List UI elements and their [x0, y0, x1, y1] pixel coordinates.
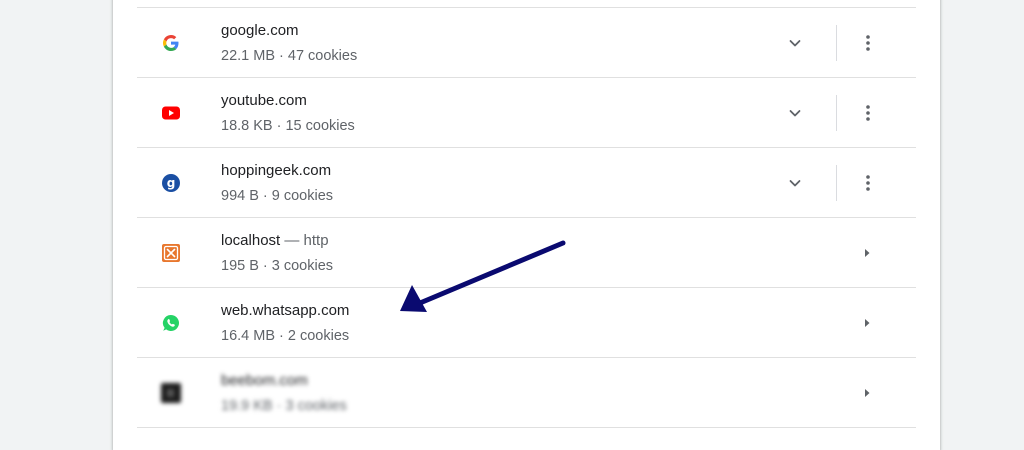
site-storage-info: 18.8 KB · 15 cookies [221, 118, 355, 134]
google-icon [161, 33, 181, 53]
site-row-hoppingeek[interactable]: g hoppingeek.com 994 B · 9 cookies [137, 147, 916, 217]
list-bottom-divider [137, 427, 916, 428]
arrow-right-icon [865, 389, 870, 397]
svg-text:g: g [167, 176, 176, 190]
site-storage-info: 19.9 KB · 3 cookies [221, 398, 347, 414]
site-storage-info: 22.1 MB · 47 cookies [221, 48, 358, 64]
chevron-down-icon [789, 180, 801, 187]
more-actions-button[interactable] [855, 30, 881, 56]
site-data-card: google.com 22.1 MB · 47 cookies youtube.… [113, 0, 940, 450]
open-details-button[interactable] [857, 383, 877, 403]
site-name: youtube.com [221, 92, 307, 109]
site-name: web.whatsapp.com [221, 302, 350, 319]
expand-button[interactable] [782, 100, 808, 126]
site-name: hoppingeek.com [221, 162, 332, 179]
site-row-beebom[interactable]: beebom.com 19.9 KB · 3 cookies [137, 357, 916, 427]
site-storage-info: 195 B · 3 cookies [221, 258, 334, 274]
site-row-localhost[interactable]: localhost — http 195 B · 3 cookies [137, 217, 916, 287]
hoppingeek-icon: g [161, 173, 181, 193]
youtube-icon [161, 103, 181, 123]
vertical-divider [836, 165, 837, 201]
site-name: google.com [221, 22, 299, 39]
site-host: localhost [221, 232, 281, 249]
arrow-right-icon [865, 319, 870, 327]
more-actions-button[interactable] [855, 100, 881, 126]
vertical-divider [836, 25, 837, 61]
more-vert-icon [866, 175, 870, 191]
site-row-whatsapp[interactable]: web.whatsapp.com 16.4 MB · 2 cookies [137, 287, 916, 357]
site-storage-info: 994 B · 9 cookies [221, 188, 334, 204]
site-list: google.com 22.1 MB · 47 cookies youtube.… [137, 7, 916, 428]
open-details-button[interactable] [857, 313, 877, 333]
expand-button[interactable] [782, 170, 808, 196]
open-details-button[interactable] [857, 243, 877, 263]
vertical-divider [836, 95, 837, 131]
expand-button[interactable] [782, 30, 808, 56]
chevron-down-icon [789, 40, 801, 47]
arrow-right-icon [865, 249, 870, 257]
chevron-down-icon [789, 110, 801, 117]
site-row-youtube[interactable]: youtube.com 18.8 KB · 15 cookies [137, 77, 916, 147]
site-storage-info: 16.4 MB · 2 cookies [221, 328, 350, 344]
site-name: localhost — http [221, 232, 329, 249]
whatsapp-icon [161, 313, 181, 333]
beebom-icon [161, 383, 181, 403]
more-actions-button[interactable] [855, 170, 881, 196]
more-vert-icon [866, 35, 870, 51]
site-name: beebom.com [221, 372, 308, 389]
more-vert-icon [866, 105, 870, 121]
site-row-google[interactable]: google.com 22.1 MB · 47 cookies [137, 7, 916, 77]
site-scheme: — http [280, 232, 329, 249]
xampp-icon [161, 243, 181, 263]
